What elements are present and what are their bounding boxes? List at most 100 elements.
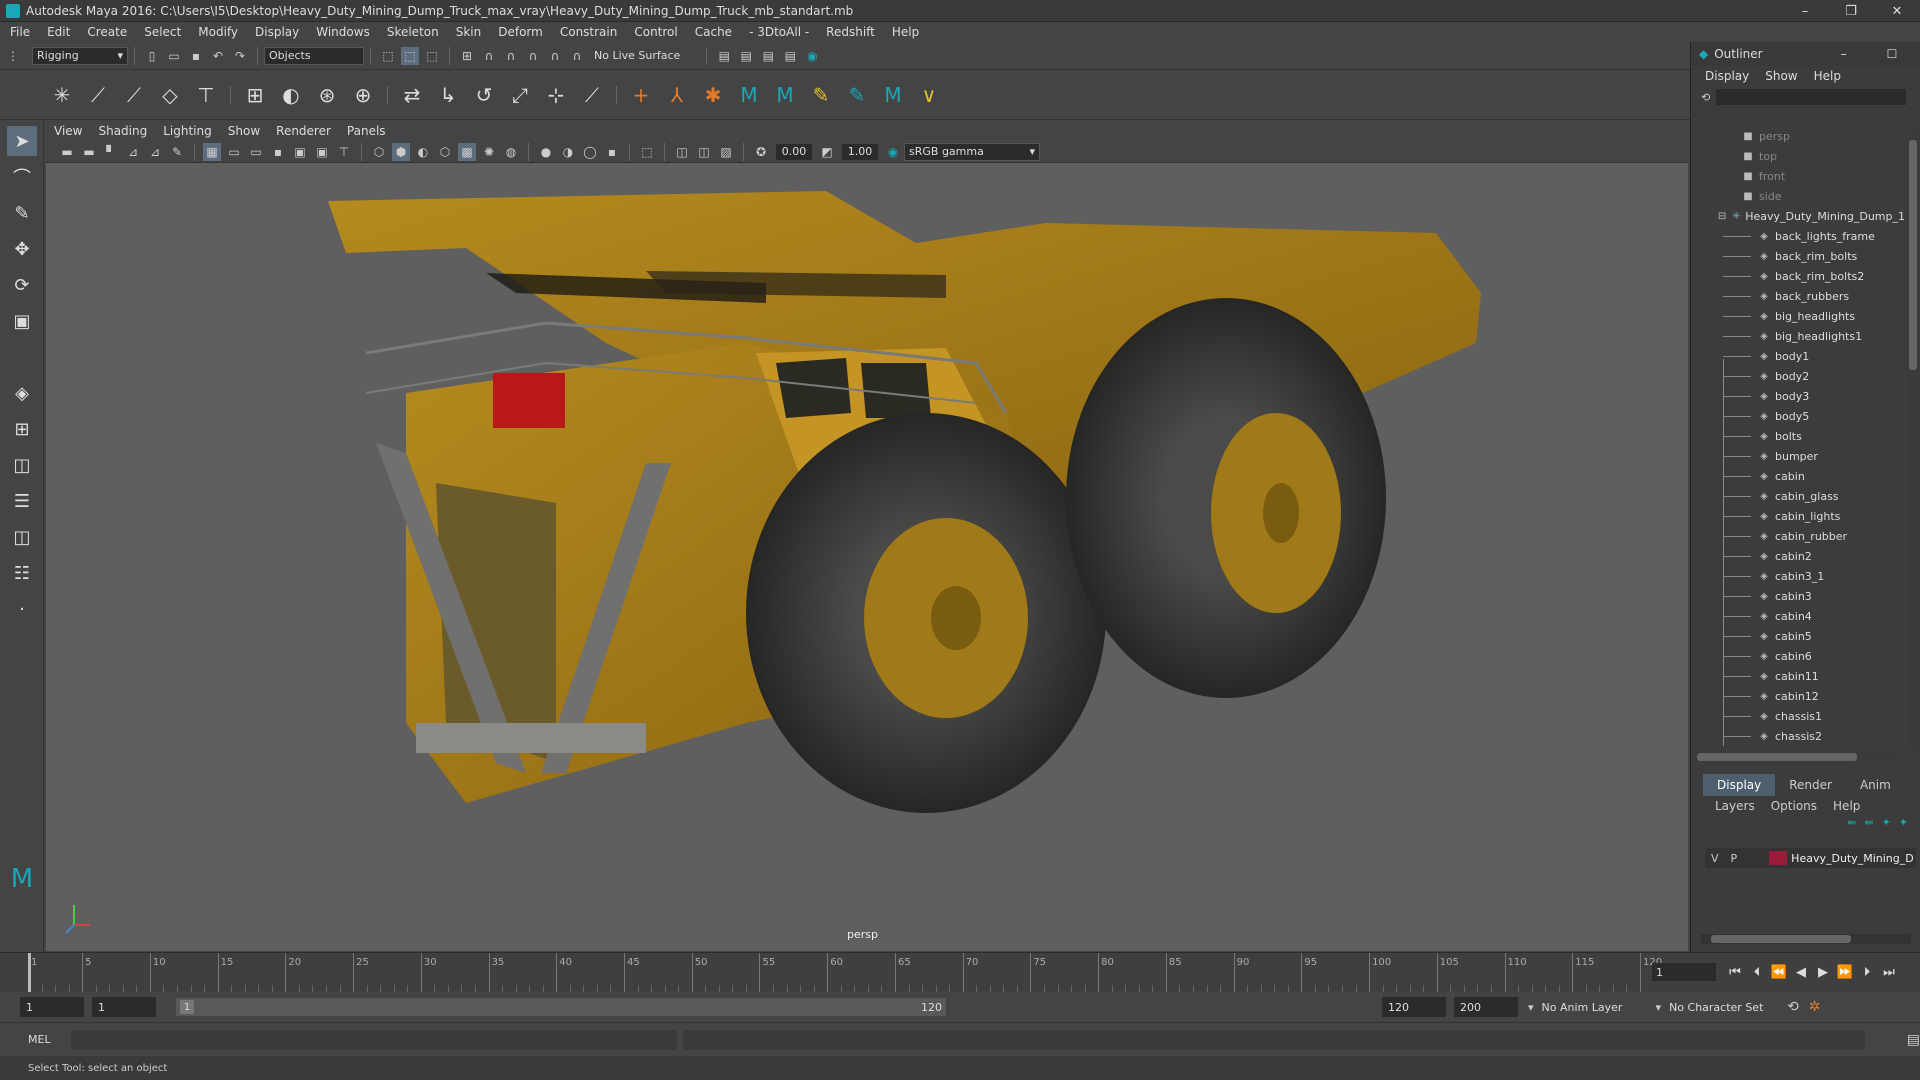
locator-icon[interactable]: + (627, 81, 655, 109)
menu-redshift[interactable]: Redshift (826, 25, 875, 39)
tab-render[interactable]: Render (1775, 774, 1846, 796)
hik-icon[interactable]: ✱ (699, 81, 727, 109)
step-back-key-icon[interactable]: ⏴ (1746, 965, 1768, 980)
backface-icon[interactable]: ▨ (717, 143, 735, 161)
snap-curve-icon[interactable]: ∩ (480, 47, 498, 65)
gate-mask-icon[interactable]: ▪ (269, 143, 287, 161)
layer-row[interactable]: V P Heavy_Duty_Mining_D (1705, 848, 1916, 868)
film-gate-icon[interactable]: ▭ (225, 143, 243, 161)
paint-select-icon[interactable]: ✎ (7, 198, 37, 228)
outliner-item[interactable]: ◈ cabin_glass (1691, 486, 1905, 506)
live-surface-label[interactable]: No Live Surface (594, 49, 680, 62)
outliner-search-input[interactable] (1716, 89, 1907, 105)
menu-modify[interactable]: Modify (198, 25, 238, 39)
outliner-item[interactable]: ◈ chassis2 (1691, 726, 1905, 746)
last-tool-icon[interactable]: ◈ (7, 378, 37, 408)
current-time-indicator[interactable] (28, 953, 31, 993)
render-view-icon[interactable]: ▤ (737, 47, 755, 65)
outliner-item[interactable]: ◈ cabin_lights (1691, 506, 1905, 526)
new-scene-icon[interactable]: ▯ (143, 47, 161, 65)
redo-icon[interactable]: ↷ (231, 47, 249, 65)
outliner-item[interactable]: ◈ chassis1 (1691, 706, 1905, 726)
aim-constraint-icon[interactable]: ↳ (434, 81, 462, 109)
outliner-item[interactable]: ◈ back_rim_bolts (1691, 246, 1905, 266)
outliner-menu-show[interactable]: Show (1765, 69, 1797, 83)
outliner-item[interactable]: ◈ cabin_rubber (1691, 526, 1905, 546)
field-chart-icon[interactable]: ▣ (291, 143, 309, 161)
safe-action-icon[interactable]: ▣ (313, 143, 331, 161)
select-tool-icon[interactable]: ➤ (7, 126, 37, 156)
menu-select[interactable]: Select (144, 25, 181, 39)
layer-playback-toggle[interactable]: P (1731, 852, 1738, 865)
layout-four-icon[interactable]: ⊞ (7, 414, 37, 444)
collapse-icon[interactable]: ⊟ (1717, 211, 1727, 222)
outliner-maximize-icon[interactable]: ☐ (1887, 47, 1898, 61)
chevron-down-icon[interactable]: ▾ (1656, 1001, 1662, 1014)
end-time-field[interactable]: 200 (1454, 997, 1518, 1017)
outliner-item-front[interactable]: ■ front (1691, 166, 1905, 186)
joint-tool-icon[interactable]: ✳ (48, 81, 76, 109)
layer-horizontal-scrollbar[interactable] (1701, 934, 1911, 944)
outliner-item-root[interactable]: ⊟ ✳ Heavy_Duty_Mining_Dump_1 (1691, 206, 1905, 226)
maximize-button[interactable]: ❐ (1828, 0, 1874, 22)
start-time-field[interactable]: 1 (20, 997, 84, 1017)
current-frame-field[interactable]: 1 (1652, 963, 1716, 981)
new-layer-icon[interactable]: ✦ (1882, 816, 1891, 834)
outliner-item[interactable]: ◈ body1 (1691, 346, 1905, 366)
more-layouts-icon[interactable]: · (7, 594, 37, 624)
select-hierarchy-icon[interactable]: ⬚ (379, 47, 397, 65)
move-layer-up-icon[interactable]: ⇚ (1847, 816, 1856, 834)
range-slider-start[interactable]: 1 (180, 1000, 194, 1014)
screen-space-ao-icon[interactable]: ● (537, 143, 555, 161)
outliner-item[interactable]: ◈ cabin3_1 (1691, 566, 1905, 586)
exposure-field[interactable]: 0.00 (776, 143, 812, 160)
undo-icon[interactable]: ↶ (209, 47, 227, 65)
snap-grid-icon[interactable]: ⊞ (458, 47, 476, 65)
menu-display[interactable]: Display (255, 25, 299, 39)
outliner-item[interactable]: ◈ cabin3 (1691, 586, 1905, 606)
select-object-icon[interactable]: ⬚ (401, 46, 419, 65)
outliner-item[interactable]: ◈ bolts (1691, 426, 1905, 446)
dump-truck-model[interactable] (46, 163, 1688, 951)
xray-icon[interactable]: ◫ (673, 143, 691, 161)
ik-handle-icon[interactable]: ⟋ (84, 81, 112, 109)
pole-vector-icon[interactable]: ⟋ (578, 81, 606, 109)
layout-outliner-icon[interactable]: ☰ (7, 486, 37, 516)
menu-edit[interactable]: Edit (47, 25, 70, 39)
gamma-icon[interactable]: ◩ (818, 143, 836, 161)
outliner-item[interactable]: ◈ body2 (1691, 366, 1905, 386)
paint-weights-icon[interactable]: ✎ (807, 81, 835, 109)
go-to-end-icon[interactable]: ⏭ (1878, 965, 1900, 980)
outliner-vertical-scrollbar[interactable] (1908, 130, 1918, 750)
bind-skin-icon[interactable]: ⊞ (241, 81, 269, 109)
outliner-item-side[interactable]: ■ side (1691, 186, 1905, 206)
view-transform-dropdown[interactable]: sRGB gamma ▾ (904, 142, 1040, 161)
layer-menu-options[interactable]: Options (1771, 799, 1817, 813)
depth-of-field-icon[interactable]: ▪ (603, 143, 621, 161)
maya-m-icon[interactable]: M (735, 81, 763, 109)
outliner-menu-help[interactable]: Help (1814, 69, 1841, 83)
command-language-label[interactable]: MEL (28, 1033, 51, 1046)
parent-constraint-icon[interactable]: ⊹ (542, 81, 570, 109)
smooth-bind-icon[interactable]: ◐ (277, 81, 305, 109)
snap-surface-icon[interactable]: ∩ (546, 47, 564, 65)
menu-cache[interactable]: Cache (695, 25, 732, 39)
outliner-item[interactable]: ◈ cabin2 (1691, 546, 1905, 566)
ik-fk-icon[interactable]: ⅄ (663, 81, 691, 109)
playback-start-field[interactable]: 1 (92, 997, 156, 1017)
outliner-item[interactable]: ◈ cabin (1691, 466, 1905, 486)
maya-m2-icon[interactable]: M (771, 81, 799, 109)
scale-constraint-icon[interactable]: ⤢ (506, 81, 534, 109)
tab-anim[interactable]: Anim (1846, 774, 1905, 796)
layer-visibility-toggle[interactable]: V (1711, 852, 1719, 865)
safe-title-icon[interactable]: ⊤ (335, 143, 353, 161)
time-slider[interactable]: 1 5 10 15 20 25 30 35 40 45 50 55 60 65 70 75 80 85 90 95 10… (0, 952, 1920, 993)
layer-menu-help[interactable]: Help (1833, 799, 1860, 813)
shadows-icon[interactable]: ◍ (502, 143, 520, 161)
playback-end-field[interactable]: 120 (1382, 997, 1446, 1017)
check-icon[interactable]: ∨ (915, 81, 943, 109)
viewport-menu-renderer[interactable]: Renderer (276, 124, 331, 138)
outliner-minimize-icon[interactable]: – (1841, 47, 1847, 61)
ipr-render-icon[interactable]: ▤ (759, 47, 777, 65)
color-management-icon[interactable]: ◉ (884, 143, 902, 161)
